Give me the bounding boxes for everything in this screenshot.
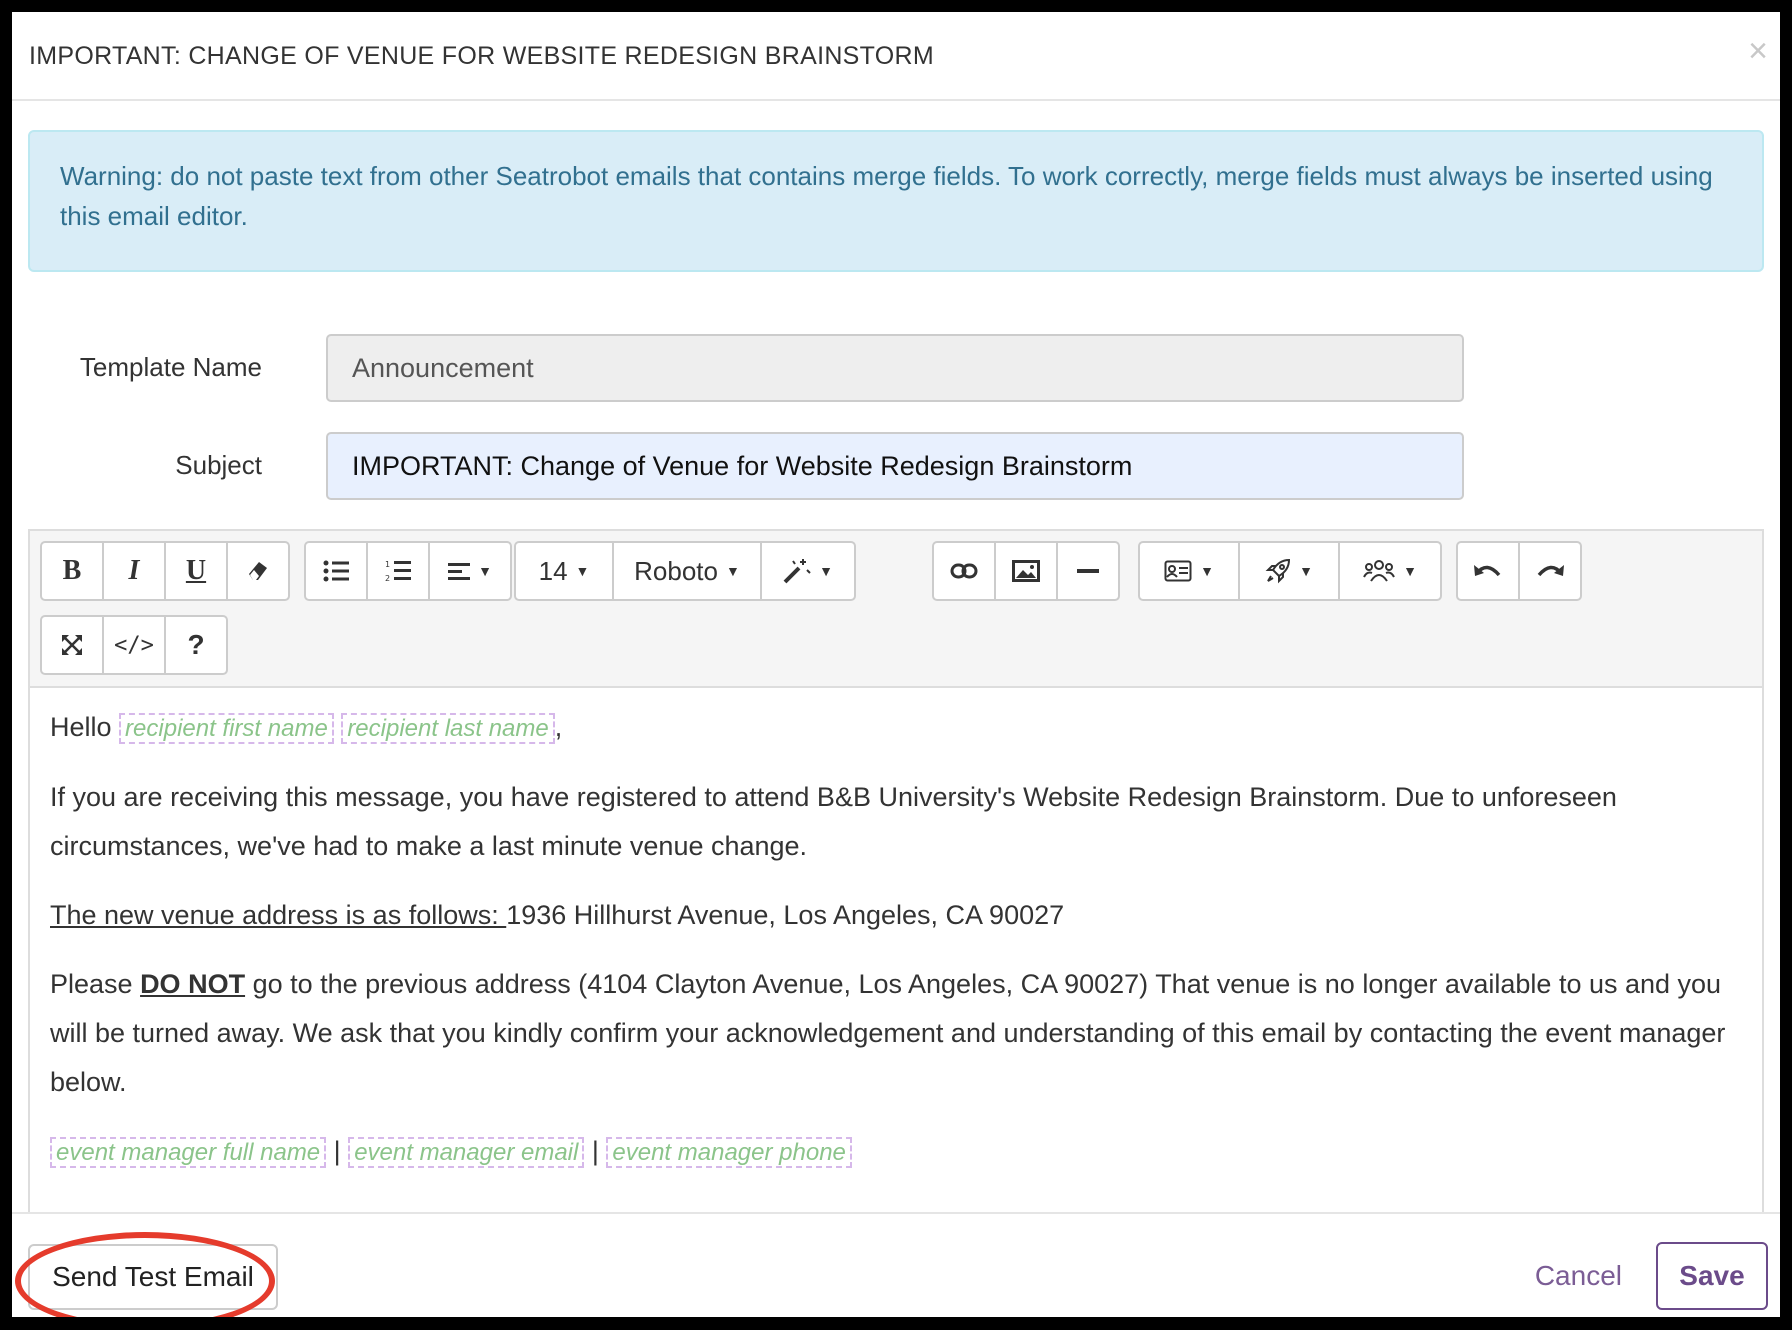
editor-content[interactable]: Hello recipient first name recipient las… (50, 703, 1742, 1197)
separator: | (591, 1136, 599, 1166)
fullscreen-icon (62, 635, 82, 655)
chevron-down-icon: ▼ (1403, 563, 1417, 579)
bold-icon: B (62, 555, 82, 586)
separator: | (333, 1136, 341, 1166)
eraser-icon (249, 562, 267, 580)
align-dropdown[interactable]: ▼ (428, 541, 512, 601)
modal-header: IMPORTANT: CHANGE OF VENUE FOR WEBSITE R… (12, 12, 1780, 101)
font-style-group: B I U (40, 541, 290, 601)
warning-emphasis: DO NOT (140, 969, 246, 999)
send-test-email-button[interactable]: Send Test Email (28, 1244, 278, 1310)
address-label: The new venue address is as follows: (50, 900, 507, 930)
history-group (1456, 541, 1582, 601)
merge-field-event-manager-phone[interactable]: event manager phone (606, 1137, 852, 1168)
template-name-field: Announcement (326, 334, 1464, 402)
font-family-value: Roboto (634, 555, 718, 586)
address-text: 1936 Hillhurst Avenue, Los Angeles, CA 9… (506, 900, 1065, 930)
ordered-list-icon: 12 (385, 560, 411, 583)
subject-field[interactable]: IMPORTANT: Change of Venue for Website R… (326, 432, 1464, 500)
link-button[interactable] (932, 541, 996, 601)
underline-icon: U (185, 555, 207, 586)
horizontal-rule-icon (1077, 569, 1099, 573)
event-fields-dropdown[interactable]: ▼ (1238, 541, 1340, 601)
fullscreen-button[interactable] (40, 615, 104, 675)
rocket-icon (1265, 558, 1291, 584)
attendee-fields-dropdown[interactable]: ▼ (1338, 541, 1442, 601)
horizontal-rule-button[interactable] (1056, 541, 1120, 601)
undo-button[interactable] (1456, 541, 1520, 601)
merge-field-recipient-first-name[interactable]: recipient first name (119, 713, 334, 744)
close-icon[interactable]: × (1748, 34, 1768, 68)
greeting-line: Hello recipient first name recipient las… (50, 703, 1742, 753)
view-group: </> ? (40, 615, 228, 675)
greeting-text: Hello (50, 712, 112, 742)
bold-button[interactable]: B (40, 541, 104, 601)
chevron-down-icon: ▼ (819, 563, 833, 579)
code-view-button[interactable]: </> (102, 615, 166, 675)
redo-icon (1537, 565, 1564, 577)
paragraph-warning: Please DO NOT go to the previous address… (50, 960, 1742, 1107)
code-view-icon: </> (114, 632, 154, 658)
paragraph-intro: If you are receiving this message, you h… (50, 782, 1617, 861)
help-button[interactable]: ? (164, 615, 228, 675)
svg-text:1: 1 (385, 560, 390, 569)
contact-fields-dropdown[interactable]: ▼ (1138, 541, 1240, 601)
subject-label: Subject (175, 450, 262, 480)
greeting-comma: , (554, 712, 563, 742)
chevron-down-icon: ▼ (1200, 563, 1214, 579)
rich-text-editor: B I U 12 ▼ 14 ▼ Roboto ▼ ▼ ▼ ▼ ▼ </> ? H… (28, 529, 1764, 1317)
italic-button[interactable]: I (102, 541, 166, 601)
template-name-label: Template Name (79, 352, 262, 382)
italic-icon: I (128, 555, 140, 586)
magic-wand-icon (783, 559, 811, 584)
undo-icon (1474, 565, 1501, 577)
warning-end: go to the previous address (4104 Clayton… (50, 969, 1726, 1097)
contact-card-icon (1164, 560, 1192, 582)
underline-button[interactable]: U (164, 541, 228, 601)
merge-field-recipient-last-name[interactable]: recipient last name (341, 713, 555, 744)
font-size-value: 14 (538, 555, 568, 586)
merge-fields-group: ▼ ▼ ▼ (1138, 541, 1442, 601)
align-icon (448, 563, 471, 580)
image-icon (1012, 560, 1040, 582)
insert-group (932, 541, 1120, 601)
redo-button[interactable] (1518, 541, 1582, 601)
help-icon: ? (187, 629, 205, 660)
editor-toolbar: B I U 12 ▼ 14 ▼ Roboto ▼ ▼ ▼ ▼ ▼ </> ? (30, 531, 1762, 688)
ordered-list-button[interactable]: 12 (366, 541, 430, 601)
merge-field-event-manager-full-name[interactable]: event manager full name (50, 1137, 327, 1168)
font-family-dropdown[interactable]: Roboto ▼ (612, 541, 762, 601)
unordered-list-icon (323, 560, 349, 582)
font-group: 14 ▼ Roboto ▼ ▼ (514, 541, 856, 601)
image-button[interactable] (994, 541, 1058, 601)
paragraph-address: The new venue address is as follows: 193… (50, 891, 1742, 940)
email-template-modal: IMPORTANT: CHANGE OF VENUE FOR WEBSITE R… (12, 12, 1780, 1317)
chevron-down-icon: ▼ (1299, 563, 1313, 579)
manager-line: event manager full name | event manager … (50, 1127, 1742, 1177)
unordered-list-button[interactable] (304, 541, 368, 601)
chevron-down-icon: ▼ (725, 563, 740, 579)
merge-field-event-manager-email[interactable]: event manager email (348, 1137, 585, 1168)
modal-title: IMPORTANT: CHANGE OF VENUE FOR WEBSITE R… (29, 42, 934, 70)
cancel-button[interactable]: Cancel (1535, 1260, 1622, 1292)
people-icon (1363, 560, 1395, 582)
warning-alert: Warning: do not paste text from other Se… (28, 130, 1764, 272)
svg-text:2: 2 (385, 574, 390, 583)
save-button[interactable]: Save (1656, 1242, 1768, 1310)
modal-footer: Send Test Email Cancel Save (12, 1212, 1780, 1317)
chevron-down-icon: ▼ (478, 563, 492, 579)
warning-start: Please (50, 969, 141, 999)
chevron-down-icon: ▼ (575, 563, 590, 579)
paragraph-group: 12 ▼ (304, 541, 512, 601)
style-dropdown[interactable]: ▼ (760, 541, 856, 601)
font-size-dropdown[interactable]: 14 ▼ (514, 541, 614, 601)
link-icon (950, 563, 978, 579)
clear-format-button[interactable] (226, 541, 290, 601)
